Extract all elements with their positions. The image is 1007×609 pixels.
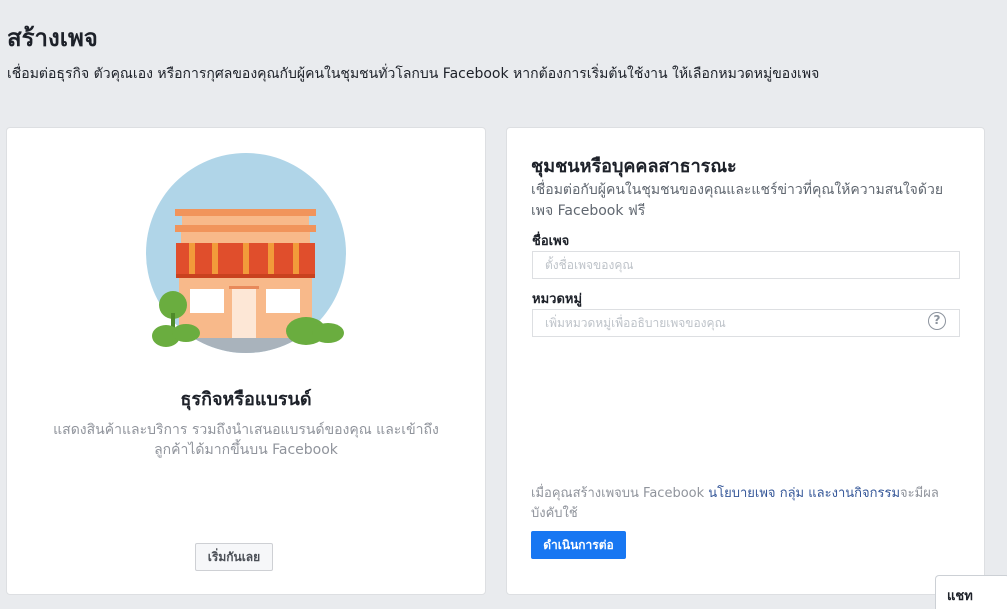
- terms-notice: เมื่อคุณสร้างเพจบน Facebook นโยบายเพจ กล…: [531, 484, 961, 524]
- question-circle-icon[interactable]: ?: [928, 312, 946, 330]
- continue-button[interactable]: ดำเนินการต่อ: [531, 531, 626, 559]
- community-card-description: เชื่อมต่อกับผู้คนในชุมชนของคุณและแชร์ข่า…: [531, 182, 944, 219]
- page-name-label: ชื่อเพจ: [532, 234, 570, 249]
- category-input[interactable]: [532, 309, 960, 337]
- page-subtitle: เชื่อมต่อธุรกิจ ตัวคุณเอง หรือการกุศลของ…: [7, 66, 820, 82]
- get-started-button[interactable]: เริ่มกันเลย: [195, 543, 273, 571]
- business-or-brand-card[interactable]: ธุรกิจหรือแบรนด์ แสดงสินค้าและบริการ รวม…: [6, 127, 486, 595]
- community-or-public-figure-card: ชุมชนหรือบุคคลสาธารณะ เชื่อมต่อกับผู้คนใ…: [506, 127, 985, 595]
- pages-policy-link[interactable]: นโยบายเพจ: [708, 486, 775, 501]
- business-card-title: ธุรกิจหรือแบรนด์: [180, 389, 312, 410]
- terms-prefix: เมื่อคุณสร้างเพจบน Facebook: [531, 486, 709, 501]
- page-title: สร้างเพจ: [7, 24, 98, 52]
- community-card-title: ชุมชนหรือบุคคลสาธารณะ: [531, 156, 737, 177]
- page-name-input[interactable]: [532, 251, 960, 279]
- category-label: หมวดหมู่: [532, 292, 583, 307]
- events-link[interactable]: และงานกิจกรรม: [808, 486, 900, 501]
- business-card-description: แสดงสินค้าและบริการ รวมถึงนำเสนอแบรนด์ขอ…: [53, 422, 439, 458]
- groups-link[interactable]: กลุ่ม: [780, 486, 804, 501]
- storefront-icon: [146, 153, 346, 353]
